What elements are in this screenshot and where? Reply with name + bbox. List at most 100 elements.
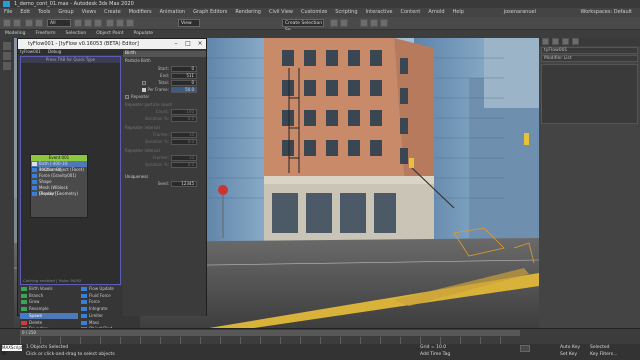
menu-item-content[interactable]: Content [396,8,424,17]
render-icon[interactable] [380,19,388,27]
rectangle-select-icon[interactable] [94,19,102,27]
render-setup-icon[interactable] [370,19,378,27]
frames-spinner[interactable]: 10 [171,132,197,138]
menu-item-group[interactable]: Group [54,8,77,17]
menu-item-modifiers[interactable]: Modifiers [125,8,156,17]
hierarchy-tab-icon[interactable] [562,38,569,45]
close-icon[interactable]: × [194,39,206,49]
select-object-icon[interactable] [74,19,82,27]
maxscript-listener[interactable]: MAXScript Mi [2,345,23,356]
depot-item[interactable]: Branch [20,293,78,299]
auto-key-button[interactable]: Auto Key [560,345,580,350]
per-frame-spinner[interactable]: 50.0 [171,87,197,93]
undo-icon[interactable] [3,19,11,27]
frames-label: Frames: [153,132,169,137]
operator-icon[interactable] [32,186,37,190]
menu-item-edit[interactable]: Edit [16,8,34,17]
depot-item[interactable]: Delete [20,320,78,326]
modify-tab-icon[interactable] [552,38,559,45]
selection-filter-dropdown[interactable]: All [47,19,71,27]
depot-item[interactable]: Grow [20,299,78,305]
modify-icon[interactable] [3,52,11,60]
event-graph[interactable]: Press TAB for Quick Type Event 001 Birth… [20,56,121,285]
menu-item-customize[interactable]: Customize [297,8,331,17]
user-account[interactable]: josenaranuel [500,8,540,17]
create-tab-icon[interactable] [542,38,549,45]
properties-panel: Birth Particle Birth Start: 0 End: 511 T… [123,50,206,316]
operator-row[interactable]: Display (Geometry) [31,191,87,197]
redo-icon[interactable] [13,19,21,27]
move-icon[interactable] [106,19,114,27]
play-icon[interactable] [520,345,530,352]
depot-item[interactable]: Mass [80,320,138,326]
track-bar[interactable] [20,337,520,344]
frames2-spinner[interactable]: 10 [171,155,197,161]
operator-icon[interactable] [32,180,37,184]
section-birth[interactable]: Birth [123,51,206,57]
editor-menu-tyflow[interactable]: tyFlow001 [20,49,41,54]
minimize-icon[interactable]: – [170,39,182,49]
named-selection-set-dropdown[interactable]: Create Selection Se [282,19,324,33]
hierarchy-icon[interactable] [3,62,11,70]
material-editor-icon[interactable] [360,19,368,27]
key-filters-button[interactable]: Key Filters... [590,352,617,357]
menu-item-civil-view[interactable]: Civil View [265,8,297,17]
create-icon[interactable] [3,42,11,50]
repeater-count-header: Repeater particle count [125,102,173,107]
event-node[interactable]: Event 001 Birth (-400-10: 100/frame) Posi… [30,154,88,218]
variation2-spinner[interactable]: 0.0 [171,139,197,145]
motion-tab-icon[interactable] [572,38,579,45]
ribbon-tab-freeform[interactable]: Freeform [30,30,60,38]
time-slider[interactable]: 0 / 250 [20,330,520,336]
operator-icon[interactable] [32,192,37,196]
depot-item[interactable]: Spawn [20,312,78,319]
menu-item-arnold[interactable]: Arnold [424,8,448,17]
operator-icon[interactable] [32,174,37,178]
reference-coordinate-dropdown[interactable]: View [178,19,200,27]
editor-menu-debug[interactable]: Debug [48,49,61,54]
ribbon-tab-modeling[interactable]: Modeling [0,30,30,38]
menu-item-scripting[interactable]: Scripting [331,8,361,17]
variation3-spinner[interactable]: 0.0 [171,162,197,168]
select-by-name-icon[interactable] [84,19,92,27]
repeater-checkbox[interactable] [125,95,129,99]
modifier-stack[interactable] [541,64,638,124]
add-time-tag[interactable]: Add Time Tag [420,352,450,357]
menu-item-rendering[interactable]: Rendering [231,8,265,17]
total-spinner[interactable]: 0 [171,80,197,86]
ribbon-tab-selection[interactable]: Selection [61,30,92,38]
end-spinner[interactable]: 511 [171,73,197,79]
mirror-icon[interactable] [330,19,338,27]
depot-item[interactable]: Resample [20,306,78,312]
unlink-icon[interactable] [35,19,43,27]
operator-icon[interactable] [32,168,37,172]
menu-item-tools[interactable]: Tools [34,8,54,17]
maximize-icon[interactable]: □ [182,39,194,49]
menu-item-graph-editors[interactable]: Graph Editors [189,8,231,17]
align-icon[interactable] [340,19,348,27]
set-key-button[interactable]: Set Key [560,352,577,357]
menu-item-views[interactable]: Views [78,8,100,17]
start-spinner[interactable]: 0 [171,66,197,72]
count-spinner[interactable]: 100 [171,109,197,115]
ribbon-tab-object-paint[interactable]: Object Paint [91,30,128,38]
variation-spinner[interactable]: 0.0 [171,116,197,122]
modifier-list-dropdown[interactable]: Modifier List [541,55,638,62]
seed-spinner[interactable]: 12345 [171,181,197,187]
menu-item-create[interactable]: Create [100,8,125,17]
scale-icon[interactable] [126,19,134,27]
menu-item-animation[interactable]: Animation [156,8,190,17]
menu-item-file[interactable]: File [0,8,16,17]
operator-icon[interactable] [32,162,37,166]
depot-item[interactable]: Birth Voxels [20,286,78,292]
menu-item-interactive[interactable]: Interactive [362,8,397,17]
rotate-icon[interactable] [116,19,124,27]
menu-item-help[interactable]: Help [449,8,468,17]
key-mode-dropdown[interactable]: Selected [590,345,610,350]
seed-row: Seed: 12345 [123,181,206,187]
ribbon-tab-populate[interactable]: Populate [129,30,159,38]
workspace-dropdown[interactable]: Workspaces: Default [577,8,636,17]
link-icon[interactable] [25,19,33,27]
per-frame-label: Per Frame: [147,87,169,92]
object-name-field[interactable]: tyFlow001 [541,47,638,54]
